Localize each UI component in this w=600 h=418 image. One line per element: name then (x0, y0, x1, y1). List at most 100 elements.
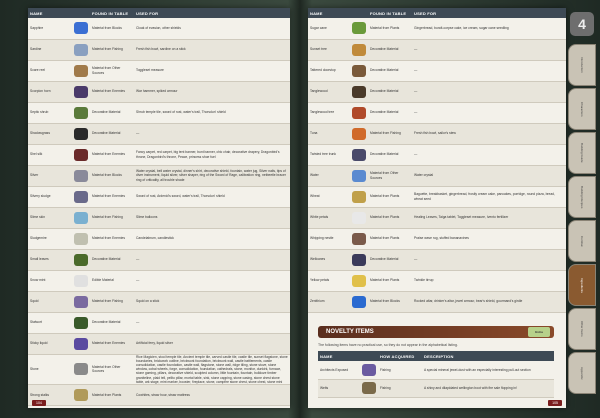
item-use: Squid on a stick (134, 291, 290, 313)
table-row: Architects Exposed Fishing A special miner… (318, 361, 554, 380)
chapter-tab[interactable]: Building Guide (568, 132, 596, 174)
item-icon (74, 295, 88, 308)
item-name: Tattered doorstop (308, 60, 350, 82)
table-row: Scare reel Material from Other Sources Tog… (28, 60, 290, 82)
chapter-tab[interactable]: Other Items (568, 308, 596, 350)
item-source: Edible Material (90, 270, 134, 292)
item-use: — (412, 39, 566, 61)
item-icon (74, 363, 88, 376)
item-name: Sapphire (28, 18, 72, 40)
item-use: — (134, 249, 290, 271)
item-name: Sugar cane (308, 18, 350, 40)
chapter-tab[interactable]: Appendix (568, 352, 596, 394)
item-icon (74, 22, 88, 35)
chapter-tab[interactable]: Combat (568, 220, 596, 262)
item-source: Material from Fishing (368, 123, 412, 145)
item-source: Decorative Material (90, 312, 134, 334)
chapter-tab[interactable]: Introduction (568, 44, 596, 86)
item-name: Scare reel (28, 60, 72, 82)
item-use: Water crystal, bell water crystal, dinne… (134, 165, 290, 187)
item-source: Material from Fishing (90, 39, 134, 61)
item-name: Squid (28, 291, 72, 313)
item-name: Sludgemire (28, 228, 72, 250)
item-use: Healing Leaves, Taiga tablet, Toggleset … (412, 207, 566, 229)
novelty-table: NAME HOW ACQUIRED DESCRIPTION Architects… (318, 351, 554, 398)
item-source: Decorative Material (368, 249, 412, 271)
table-row: Sludgemire Material from Enemies Candelabr… (28, 228, 290, 250)
item-source: Material from Plants (368, 186, 412, 208)
item-icon (352, 274, 366, 287)
item-use: War hammer, spiked armour (134, 81, 290, 103)
table-row: Strong stalks Material from Plants Cowhite… (28, 384, 290, 406)
item-name: Whipping nestle (308, 228, 350, 250)
item-name: Yellow petals (308, 270, 350, 292)
col-header-found: FOUND IN TABLE (368, 8, 412, 18)
item-source: Material from Enemies (90, 81, 134, 103)
chapter-tab[interactable]: Ingredients (568, 264, 596, 306)
item-source: Fishing (378, 379, 422, 398)
item-use: — (134, 312, 290, 334)
item-use: Artificial ferry, liquid silver (134, 333, 290, 355)
item-icon (352, 169, 366, 182)
item-source: Decorative Material (90, 102, 134, 124)
item-use: Toggleset measure (134, 60, 290, 82)
item-icon (74, 64, 88, 77)
table-row: Sugar cane Material from Plants Gingerbrea… (308, 18, 566, 40)
col-header-used: USED FOR (134, 8, 290, 18)
item-source: Decorative Material (368, 81, 412, 103)
table-row: Snow mint Edible Material — (28, 270, 290, 292)
item-source: Material from Blocks (90, 165, 134, 187)
item-use: Gingerbread, bundt-corpse cake, ice crea… (412, 18, 566, 40)
table-row: Tanglewood Decorative Material — (308, 81, 566, 103)
item-icon (74, 316, 88, 329)
item-name: Wellcanes (308, 249, 350, 271)
table-row: Stone Material from Other Sources Rice Mag… (28, 354, 290, 385)
table-row: Tattered doorstop Decorative Material — (308, 60, 566, 82)
item-icon (362, 363, 376, 376)
item-name: Zenithium (308, 291, 350, 313)
table-row: Sardine Material from Fishing Fresh fish b… (28, 39, 290, 61)
novelty-items-header: NOVELTY ITEMS Extra (318, 326, 554, 338)
item-name: Septic shrub (28, 102, 72, 124)
item-source: Material from Enemies (90, 228, 134, 250)
table-row: Squid Material from Fishing Squid on a sti… (28, 291, 290, 313)
item-source: Material from Fishing (90, 291, 134, 313)
col-header-name: NAME (318, 351, 360, 361)
item-use: A shiny and dilapidated wellington boot … (422, 379, 554, 398)
item-name: Scorpion horn (28, 81, 72, 103)
item-icon (74, 274, 88, 287)
table-row: Small leaves Decorative Material — (28, 249, 290, 271)
col-header-used: USED FOR (412, 8, 566, 18)
item-use: — (134, 123, 290, 145)
item-source: Material from Plants (368, 18, 412, 40)
item-source: Material from Enemies (90, 333, 134, 355)
chapter-tab[interactable]: Building Recipes (568, 176, 596, 218)
table-row: Zenithium Material from Blocks Rocked alta… (308, 291, 566, 313)
item-icon (74, 43, 88, 56)
item-icon (362, 382, 376, 394)
item-use: Fresh fish bowl, sardine on a stick (134, 39, 290, 61)
chapter-tab[interactable]: Characters (568, 88, 596, 130)
item-name: White petals (308, 207, 350, 229)
table-row: Twisted tree trunk Decorative Material — (308, 144, 566, 166)
item-icon (352, 253, 366, 266)
item-name: Architects Exposed (318, 361, 360, 380)
novelty-title: NOVELTY ITEMS (326, 329, 374, 335)
table-row: Silvery sludge Material from Enemies Sword… (28, 186, 290, 208)
item-name: Water (308, 165, 350, 187)
col-header-name: NAME (308, 8, 350, 18)
table-row: Shadowgrass Decorative Material — (28, 123, 290, 145)
table-row: Shel silk Material from Enemies Fancy carp… (28, 144, 290, 166)
item-use: Fresh fish bowl, sailor's stew (412, 123, 566, 145)
item-icon (352, 127, 366, 140)
table-row: Stalwort Decorative Material — (28, 312, 290, 334)
table-row: Sunset tree Decorative Material — (308, 39, 566, 61)
item-name: Shel silk (28, 144, 72, 166)
item-name: Small leaves (28, 249, 72, 271)
item-icon (74, 169, 88, 182)
item-icon (352, 64, 366, 77)
item-name: Stalwort (28, 312, 72, 334)
item-use: Water crystal (412, 165, 566, 187)
col-header-how: HOW ACQUIRED (378, 351, 422, 361)
item-source: Decorative Material (368, 144, 412, 166)
